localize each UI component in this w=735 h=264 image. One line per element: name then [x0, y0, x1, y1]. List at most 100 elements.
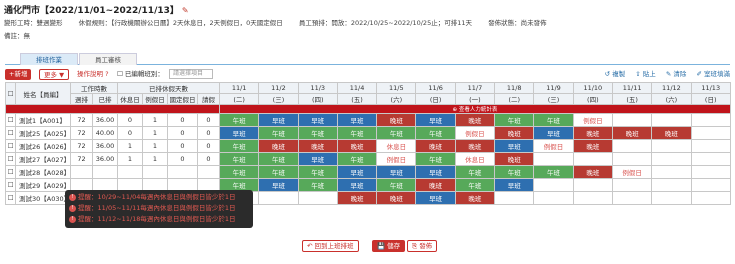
shift-cell[interactable]: 晚班	[572, 165, 613, 179]
shift-cell[interactable]	[572, 191, 613, 205]
publish-button[interactable]: ⎘ 發佈	[407, 240, 438, 252]
shift-cell[interactable]: 午班	[336, 126, 378, 140]
shift-cell[interactable]: 午班	[415, 152, 456, 166]
shift-cell[interactable]: 晚班	[454, 113, 496, 127]
shift-cell[interactable]	[651, 152, 692, 166]
shift-select[interactable]: 請選擇項目	[169, 69, 213, 79]
table-row[interactable]: ☐ 測試26【A026】 72 36.00 1 1 0 0 午班 晚班 晚班 晚班 休息日 晚班 晚班 早班例…	[5, 139, 731, 153]
shift-cell[interactable]: 晚班	[336, 191, 378, 205]
shift-cell[interactable]: 早班	[258, 178, 299, 192]
shift-cell[interactable]: 早班	[336, 165, 378, 179]
paste-link[interactable]: ⇪ 貼上	[635, 70, 656, 78]
shift-cell[interactable]: 早班	[258, 113, 299, 127]
shift-cell[interactable]	[651, 139, 692, 153]
shift-cell[interactable]	[690, 139, 731, 153]
shift-cell[interactable]: 早班	[415, 113, 456, 127]
shift-cell[interactable]: 午班	[494, 165, 535, 179]
shift-cell[interactable]: 早班	[415, 191, 456, 205]
shift-cell[interactable]	[572, 178, 613, 192]
shift-cell[interactable]: 早班	[533, 126, 574, 140]
row-checkbox[interactable]: ☐	[5, 126, 16, 140]
shift-cell[interactable]: 早班	[376, 165, 417, 179]
table-row[interactable]: ☐測試27【A027】!7236.001100午班午班早班午班例假日午班休息日晚…	[5, 152, 731, 166]
shift-cell[interactable]: 午班	[454, 165, 496, 179]
help-link[interactable]: 操作說明 ?	[77, 69, 109, 80]
shift-cell[interactable]: 晚班	[494, 152, 535, 166]
shift-cell[interactable]: 晚班	[415, 139, 456, 153]
shift-cell[interactable]	[690, 152, 731, 166]
shift-cell[interactable]: 午班	[415, 126, 456, 140]
shift-cell[interactable]	[651, 178, 692, 192]
fill-link[interactable]: ✐ 室班填滿	[696, 70, 730, 78]
shift-cell[interactable]: 午班	[218, 113, 260, 127]
shift-cell[interactable]: 晚班	[415, 178, 456, 192]
shift-cell[interactable]: 午班	[336, 152, 378, 166]
shift-cell[interactable]: 例假日	[611, 165, 653, 179]
row-checkbox[interactable]: ☐	[5, 113, 16, 127]
shift-cell[interactable]: 例假日	[454, 126, 496, 140]
shift-cell[interactable]: 晚班	[494, 126, 535, 140]
shift-cell[interactable]: 午班	[297, 126, 338, 140]
shift-cell[interactable]: 午班	[494, 113, 535, 127]
shift-cell[interactable]: 午班	[218, 165, 260, 179]
shift-cell[interactable]: 早班	[494, 139, 535, 153]
shift-cell[interactable]: 午班	[533, 113, 574, 127]
tab-review[interactable]: 員工審核	[79, 53, 137, 65]
save-button[interactable]: 💾 儲存	[372, 240, 406, 252]
row-checkbox[interactable]: ☐	[5, 139, 16, 153]
shift-cell[interactable]: 晚班	[454, 139, 496, 153]
shift-cell[interactable]: 午班	[533, 165, 574, 179]
shift-cell[interactable]: 午班	[297, 165, 338, 179]
clear-link[interactable]: ✎ 清除	[666, 70, 687, 78]
shift-cell[interactable]: 晚班	[651, 126, 692, 140]
shift-cell[interactable]: 休息日	[454, 152, 496, 166]
shift-cell[interactable]	[690, 191, 731, 205]
shift-cell[interactable]: 午班	[218, 152, 260, 166]
copy-link[interactable]: ↺ 複製	[605, 70, 626, 78]
shift-cell[interactable]: 晚班	[336, 139, 378, 153]
more-button[interactable]: 更多 ▼	[39, 69, 70, 80]
shift-cell[interactable]: 午班	[258, 126, 299, 140]
shift-cell[interactable]	[494, 191, 535, 205]
shift-cell[interactable]	[533, 191, 574, 205]
back-to-previous-button[interactable]: ↶ 回到上班排班	[302, 240, 359, 252]
table-row[interactable]: ☐ 測試1【A001】 72 36.00 0 1 0 0 午班 早班 早班 早班 晚班 早班 晚班 午班 午班例…	[5, 113, 731, 127]
shift-cell[interactable]: 例假日	[572, 113, 613, 127]
shift-cell[interactable]: 早班	[297, 152, 338, 166]
shift-cell[interactable]	[297, 191, 338, 205]
shift-cell[interactable]	[611, 152, 653, 166]
shift-cell[interactable]: 午班	[258, 152, 299, 166]
shift-cell[interactable]: 早班	[297, 113, 338, 127]
shift-cell[interactable]	[651, 165, 692, 179]
shift-cell[interactable]: 早班	[415, 165, 456, 179]
shift-cell[interactable]: 午班	[376, 126, 417, 140]
shift-cell[interactable]	[611, 139, 653, 153]
shift-cell[interactable]: 晚班	[611, 126, 653, 140]
shift-cell[interactable]	[651, 191, 692, 205]
shift-cell[interactable]: 午班	[218, 139, 260, 153]
shift-cell[interactable]: 午班	[454, 178, 496, 192]
shift-cell[interactable]: 晚班	[297, 139, 338, 153]
row-checkbox[interactable]: ☐	[5, 191, 16, 205]
shift-cell[interactable]	[690, 178, 731, 192]
shift-cell[interactable]: 休息日	[376, 139, 417, 153]
staffing-stats-link[interactable]: ⊕ 查看人力統計表	[219, 104, 731, 114]
shift-cell[interactable]: 早班	[494, 178, 535, 192]
edited-checkbox-label[interactable]: ☐ 已編輯班別：	[117, 69, 164, 80]
tab-schedule[interactable]: 排班作業	[20, 53, 78, 65]
row-checkbox[interactable]: ☐	[5, 152, 16, 166]
shift-cell[interactable]: 晚班	[572, 126, 613, 140]
shift-cell[interactable]: 午班	[376, 178, 417, 192]
shift-cell[interactable]: 早班	[336, 113, 378, 127]
shift-cell[interactable]: 晚班	[258, 139, 299, 153]
shift-cell[interactable]: 午班	[258, 165, 299, 179]
shift-cell[interactable]: 晚班	[572, 139, 613, 153]
shift-cell[interactable]	[611, 191, 653, 205]
shift-cell[interactable]: 晚班	[376, 113, 417, 127]
shift-cell[interactable]: 午班	[297, 178, 338, 192]
shift-cell[interactable]: 例假日	[533, 139, 574, 153]
shift-cell[interactable]	[690, 113, 731, 127]
shift-cell[interactable]: 早班	[218, 126, 260, 140]
shift-cell[interactable]	[533, 178, 574, 192]
shift-cell[interactable]	[651, 113, 692, 127]
